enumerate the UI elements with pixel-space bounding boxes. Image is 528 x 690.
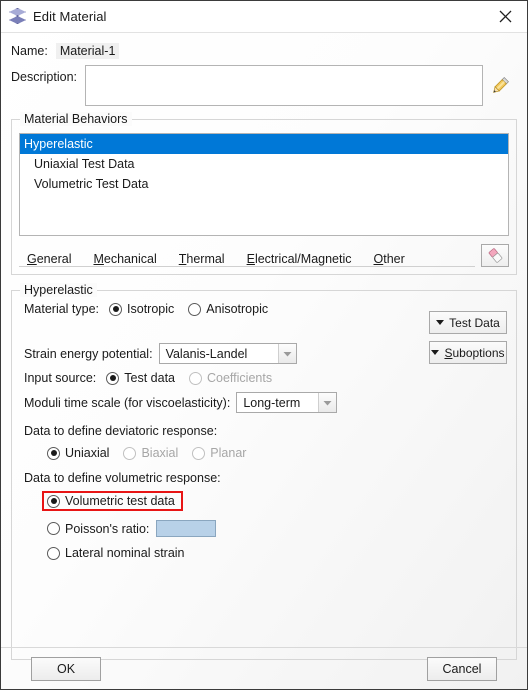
material-behaviors-list[interactable]: Hyperelastic Uniaxial Test Data Volumetr… — [19, 133, 509, 236]
input-source-label: Input source: — [24, 371, 97, 385]
radio-lateral-nominal-strain-label: Lateral nominal strain — [65, 546, 185, 560]
radio-uniaxial[interactable]: Uniaxial — [47, 446, 109, 460]
side-buttons: Test Data Suboptions — [429, 311, 507, 364]
name-value: Material-1 — [55, 42, 120, 59]
radio-coefficients-label: Coefficients — [207, 371, 273, 385]
dialog-body: Name: Material-1 Description: Material B… — [1, 38, 527, 660]
strain-energy-potential-label: Strain energy potential: — [24, 346, 153, 361]
volumetric-option-lateral-row: Lateral nominal strain — [19, 546, 509, 560]
radio-poissons-ratio-label: Poisson's ratio: — [65, 521, 150, 536]
name-label: Name: — [11, 43, 48, 58]
suboptions-button-label: Suboptions — [444, 345, 505, 360]
radio-dot-icon — [106, 371, 120, 385]
eraser-icon — [488, 247, 502, 263]
hyperelastic-group: Hyperelastic Test Data Suboptions Materi… — [11, 283, 517, 660]
hyperelastic-legend: Hyperelastic — [20, 283, 97, 297]
list-item[interactable]: Hyperelastic — [20, 134, 508, 154]
list-item[interactable]: Volumetric Test Data — [20, 174, 508, 194]
dialog-footer: OK Cancel — [1, 647, 527, 689]
behavior-tabbar: General Mechanical Thermal Electrical/Ma… — [19, 243, 509, 267]
radio-dot-icon — [189, 371, 202, 385]
strain-energy-potential-select[interactable]: Valanis-Landel — [158, 343, 297, 364]
tab-electrical-magnetic[interactable]: Electrical/Magnetic — [247, 252, 352, 266]
suboptions-button[interactable]: Suboptions — [429, 341, 507, 364]
volumetric-label: Data to define volumetric response: — [24, 471, 221, 485]
radio-lateral-nominal-strain[interactable]: Lateral nominal strain — [47, 546, 185, 560]
delete-behavior-button[interactable] — [481, 243, 509, 267]
volumetric-option-poisson-row: Poisson's ratio: — [19, 520, 509, 537]
list-item[interactable]: Uniaxial Test Data — [20, 154, 508, 174]
description-input[interactable] — [85, 65, 483, 106]
radio-dot-icon — [47, 494, 60, 508]
radio-isotropic[interactable]: Isotropic — [109, 302, 174, 316]
description-row: Description: — [11, 65, 517, 106]
description-label: Description: — [11, 70, 77, 84]
caret-down-icon — [431, 350, 440, 355]
radio-anisotropic[interactable]: Anisotropic — [188, 302, 268, 316]
moduli-time-scale-label: Moduli time scale (for viscoelasticity): — [24, 395, 231, 410]
radio-coefficients: Coefficients — [189, 371, 272, 385]
radio-test-data-label: Test data — [124, 371, 175, 385]
description-edit-button[interactable] — [483, 65, 517, 106]
close-icon[interactable] — [483, 1, 527, 31]
radio-isotropic-label: Isotropic — [127, 302, 175, 316]
deviatoric-label: Data to define deviatoric response: — [24, 424, 218, 438]
radio-anisotropic-label: Anisotropic — [206, 302, 269, 316]
titlebar: Edit Material — [1, 1, 527, 33]
radio-volumetric-test-data[interactable]: Volumetric test data — [47, 494, 175, 508]
radio-biaxial-label: Biaxial — [141, 446, 179, 460]
radio-dot-icon — [47, 546, 60, 560]
radio-dot-icon — [47, 446, 60, 460]
radio-test-data[interactable]: Test data — [106, 371, 175, 385]
deviatoric-options: Uniaxial Biaxial Planar — [19, 446, 509, 460]
behavior-tabs: General Mechanical Thermal Electrical/Ma… — [19, 243, 475, 267]
caret-down-icon — [436, 320, 445, 325]
material-behaviors-legend: Material Behaviors — [20, 112, 132, 126]
radio-planar-label: Planar — [210, 446, 247, 460]
window-title: Edit Material — [33, 9, 107, 24]
material-diamond-icon — [9, 8, 26, 25]
material-behaviors-group: Material Behaviors Hyperelastic Uniaxial… — [11, 112, 517, 275]
input-source-row: Input source: Test data Coefficients — [19, 371, 509, 385]
radio-biaxial: Biaxial — [123, 446, 178, 460]
radio-dot-icon — [188, 302, 202, 316]
strain-energy-potential-value: Valanis-Landel — [165, 346, 248, 361]
poissons-ratio-input[interactable] — [156, 520, 217, 537]
tab-thermal[interactable]: Thermal — [179, 252, 225, 266]
chevron-down-icon — [318, 393, 337, 412]
volumetric-option-test-data-row: Volumetric test data — [19, 491, 509, 511]
test-data-button[interactable]: Test Data — [429, 311, 507, 334]
chevron-down-icon — [277, 344, 296, 363]
name-row: Name: Material-1 — [11, 38, 517, 63]
moduli-time-scale-select[interactable]: Long-term — [236, 392, 338, 413]
material-type-label: Material type: — [24, 302, 100, 316]
tab-mechanical[interactable]: Mechanical — [93, 252, 156, 266]
ok-button[interactable]: OK — [31, 656, 101, 681]
cancel-button[interactable]: Cancel — [427, 656, 497, 681]
pencil-icon — [493, 76, 509, 93]
radio-planar: Planar — [192, 446, 246, 460]
moduli-time-scale-value: Long-term — [243, 395, 301, 410]
edit-material-dialog: Edit Material Name: Material-1 Descripti… — [0, 0, 528, 690]
tab-general[interactable]: General — [27, 252, 71, 266]
radio-dot-icon — [109, 302, 123, 316]
radio-volumetric-test-data-label: Volumetric test data — [65, 494, 175, 508]
radio-dot-icon — [192, 446, 206, 460]
test-data-button-label: Test Data — [449, 315, 500, 330]
radio-dot-icon — [47, 522, 60, 535]
moduli-time-scale-row: Moduli time scale (for viscoelasticity):… — [19, 392, 509, 413]
volumetric-test-data-highlight: Volumetric test data — [42, 491, 183, 511]
tab-other[interactable]: Other — [374, 252, 405, 266]
radio-poissons-ratio[interactable]: Poisson's ratio: — [47, 522, 149, 536]
radio-uniaxial-label: Uniaxial — [65, 446, 110, 460]
radio-dot-icon — [123, 446, 137, 460]
